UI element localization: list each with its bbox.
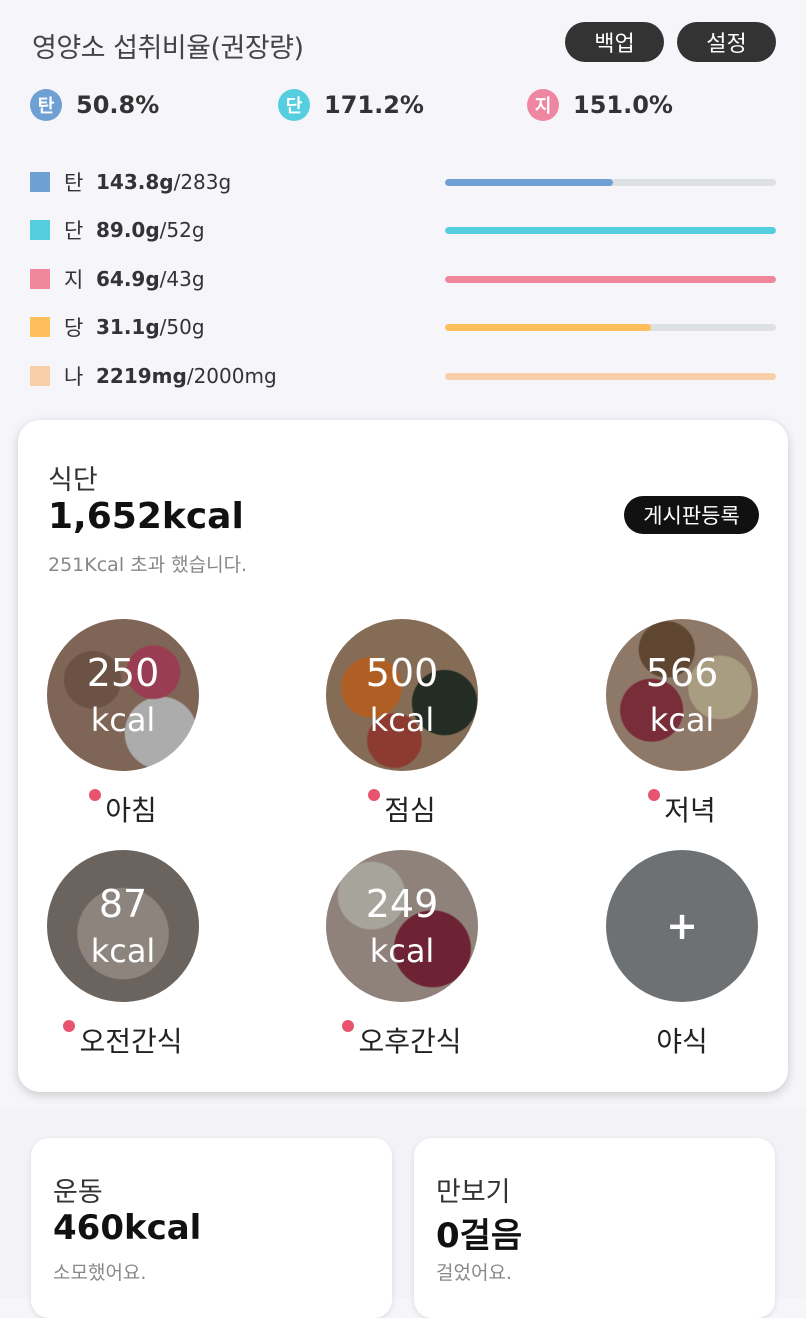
nutrient-amount: 31.1g/50g [96,315,205,339]
nutrient-name: 당 [64,316,84,340]
nutrient-amount: 143.8g/283g [96,170,232,194]
nutrient-row-protein: 단 89.0g/52g [30,215,776,245]
meal-name: 저녁 [664,794,716,827]
nutrient-name: 단 [64,219,84,243]
nutrient-name: 탄 [64,171,84,195]
logged-indicator-dot [89,789,102,801]
protein-ratio-value: 171.2% [324,91,424,119]
nutrient-row-carb: 탄 143.8g/283g [30,167,776,197]
exercise-card[interactable]: 운동 460kcal 소모했어요. [31,1138,392,1318]
nutrient-row-sugar: 당 31.1g/50g [30,312,776,342]
meal-name: 아침 [105,794,157,827]
logged-indicator-dot [648,789,661,801]
meal-kcal-value: 250 [86,651,160,695]
exercise-label: 운동 [53,1177,103,1208]
logged-indicator-dot [63,1020,76,1032]
diet-excess-note: 251Kcal 초과 했습니다. [48,554,248,576]
meal-photo[interactable]: 250 kcal [47,619,199,771]
meal-name: 점심 [384,794,436,827]
carb-ratio-value: 50.8% [76,91,160,119]
meal-kcal-unit: kcal [369,701,435,739]
meal-kcal-unit: kcal [90,932,156,970]
meal-kcal-value: 500 [365,651,439,695]
pedometer-label: 만보기 [436,1177,511,1208]
protein-badge: 단 [278,89,310,121]
pedometer-card[interactable]: 만보기 0걸음 걸었어요. [414,1138,775,1318]
meal-photo[interactable]: 87 kcal [47,850,199,1002]
nutrient-row-fat: 지 64.9g/43g [30,264,776,294]
add-meal-button[interactable]: + [606,850,758,1002]
carb-ratio: 탄 50.8% [30,88,159,122]
meal-kcal-value: 566 [645,651,719,695]
diet-label: 식단 [48,465,98,496]
legend-swatch [30,172,50,192]
meal-morning-snack[interactable]: 87 kcal 오전간식 [47,850,199,1058]
meal-kcal-unit: kcal [649,701,715,739]
diet-card[interactable]: 식단 1,652kcal 251Kcal 초과 했습니다. 게시판등록 250 … [18,420,788,1092]
progress-bar [445,372,776,380]
legend-swatch [30,366,50,386]
progress-bar [445,275,776,283]
legend-swatch [30,317,50,337]
meal-kcal-value: 249 [365,882,439,926]
diet-total-kcal: 1,652kcal [48,496,244,537]
backup-button[interactable]: 백업 [565,22,664,62]
fat-ratio-value: 151.0% [573,91,673,119]
nutrient-name: 지 [64,268,84,292]
protein-ratio: 단 171.2% [278,88,424,122]
logged-indicator-dot [342,1020,355,1032]
meal-dinner[interactable]: 566 kcal 저녁 [606,619,758,827]
legend-swatch [30,269,50,289]
nutrient-name: 나 [64,365,84,389]
meal-late-night-snack[interactable]: + 야식 [606,850,758,1058]
fat-badge: 지 [527,89,559,121]
progress-bar [445,178,776,186]
settings-button[interactable]: 설정 [677,22,776,62]
progress-bar [445,323,776,331]
logged-indicator-dot [368,789,381,801]
legend-swatch [30,220,50,240]
meal-photo[interactable]: 500 kcal [326,619,478,771]
page-title: 영양소 섭취비율(권장량) [32,33,304,64]
meal-name: 오후간식 [358,1025,462,1058]
meal-afternoon-snack[interactable]: 249 kcal 오후간식 [326,850,478,1058]
fat-ratio: 지 151.0% [527,88,673,122]
nutrient-row-sodium: 나 2219mg/2000mg [30,361,776,391]
meal-breakfast[interactable]: 250 kcal 아침 [47,619,199,827]
meal-name: 오전간식 [79,1025,183,1058]
plus-icon: + [666,904,698,948]
meal-kcal-unit: kcal [90,701,156,739]
post-to-board-button[interactable]: 게시판등록 [624,496,759,534]
meal-photo[interactable]: 249 kcal [326,850,478,1002]
meal-name: 야식 [656,1025,708,1058]
meal-kcal-value: 87 [98,882,148,926]
meal-lunch[interactable]: 500 kcal 점심 [326,619,478,827]
progress-bar [445,226,776,234]
exercise-note: 소모했어요. [53,1262,147,1284]
nutrient-amount: 64.9g/43g [96,267,205,291]
pedometer-note: 걸었어요. [436,1262,512,1284]
step-count: 0걸음 [436,1216,523,1256]
nutrient-amount: 89.0g/52g [96,218,205,242]
exercise-kcal: 460kcal [53,1208,202,1248]
meal-kcal-unit: kcal [369,932,435,970]
meal-photo[interactable]: 566 kcal [606,619,758,771]
carb-badge: 탄 [30,89,62,121]
nutrient-amount: 2219mg/2000mg [96,364,277,388]
